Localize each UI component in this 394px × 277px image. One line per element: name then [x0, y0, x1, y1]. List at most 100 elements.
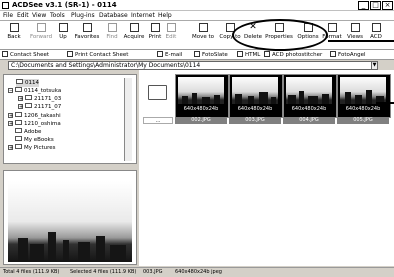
thumbnail-item[interactable]: 640x480x24b — [283, 74, 337, 118]
annotation-ellipse — [232, 19, 328, 51]
minimize-button[interactable]: _ — [358, 1, 369, 10]
tree-item-my-ebooks[interactable]: My eBooks — [15, 136, 54, 144]
tree-item-21171-03[interactable]: +21171_03 — [18, 95, 61, 103]
tree-item-1210-oshima[interactable]: +1210_oshima — [8, 120, 61, 128]
up-folder-icon — [58, 23, 68, 32]
parent-folder-label: ... — [143, 117, 173, 124]
thumbnail-item[interactable]: 640x480x24b — [229, 74, 283, 118]
find-icon — [107, 23, 117, 32]
edit-button[interactable]: Edit — [164, 23, 178, 49]
print-icon — [67, 51, 73, 57]
favorites-icon — [82, 23, 92, 32]
acdsee-button[interactable]: ACD — [368, 23, 384, 49]
close-button[interactable]: × — [382, 1, 393, 10]
thumbnail-image — [232, 77, 278, 104]
menu-edit[interactable]: Edit — [17, 12, 29, 20]
tree-item-my-pictures[interactable]: + My Pictures — [8, 144, 56, 152]
move-to-button[interactable]: Move to — [190, 23, 216, 49]
menu-internet[interactable]: Internet — [131, 12, 155, 20]
forward-arrow-icon — [36, 23, 46, 32]
thumbnail-item[interactable]: 640x480x24b — [337, 74, 391, 118]
html-button[interactable]: HTML — [237, 51, 260, 59]
find-button[interactable]: Find — [104, 23, 120, 49]
folder-icon — [25, 103, 32, 108]
menu-tools[interactable]: Tools — [50, 12, 65, 20]
contact-sheet-icon — [2, 51, 8, 57]
address-dropdown-arrow[interactable]: ▼ — [371, 62, 377, 69]
thumbnail-info: 640x480x24b — [345, 106, 381, 112]
print-contact-sheet-button[interactable]: Print Contact Sheet — [67, 51, 128, 59]
views-icon — [350, 23, 360, 32]
thumbnail-image — [178, 77, 224, 104]
favorites-button[interactable]: Favorites — [72, 23, 102, 49]
tree-item-1206-takashi[interactable]: +1206_takashi — [8, 112, 61, 120]
maximize-button[interactable]: □ — [370, 1, 381, 10]
annotation-pointer-line — [376, 102, 394, 104]
thumbnail-image — [340, 77, 386, 104]
thumbnail-info: 640x480x24b — [237, 106, 273, 112]
app-icon — [2, 2, 9, 9]
scanner-icon — [129, 23, 139, 32]
acdsee-icon — [371, 23, 381, 32]
window-title: ACDSee v3.1 (SR-1) - 0114 — [12, 1, 117, 9]
fotoangel-icon — [330, 51, 336, 57]
file-list-panel: ... 640x480x24b 002.JPG 640x480x24b 003.… — [139, 70, 394, 266]
thumbnail-name: 003.JPG — [229, 117, 281, 124]
secondary-toolbar: Contact Sheet Print Contact Sheet E-mail… — [0, 50, 394, 60]
folder-icon — [25, 95, 32, 100]
folder-icon — [15, 120, 22, 125]
status-selected: Selected 4 files (111.9 KB) — [70, 269, 137, 275]
expand-icon: + — [8, 113, 14, 119]
expand-icon: + — [8, 121, 14, 127]
status-current-file: 003.JPG — [143, 269, 163, 275]
email-button[interactable]: E-mail — [157, 51, 182, 59]
fotoangel-button[interactable]: FotoAngel — [330, 51, 366, 59]
parent-folder-item[interactable] — [143, 80, 173, 104]
thumbnail-image — [286, 77, 332, 104]
expand-icon: + — [18, 104, 24, 110]
forward-button[interactable]: Forward — [28, 23, 54, 49]
collapse-icon: − — [8, 88, 14, 94]
move-icon — [198, 23, 208, 32]
folder-scrollbar[interactable] — [124, 78, 132, 161]
tree-item-21171-07[interactable]: +21171_07 — [18, 103, 61, 111]
thumbnail-info: 640x480x24b — [291, 106, 327, 112]
up-button[interactable]: Up — [56, 23, 70, 49]
views-button[interactable]: Views — [346, 23, 364, 49]
folder-icon — [15, 112, 22, 117]
photostitcher-button[interactable]: ACD photostitcher — [264, 51, 322, 59]
annotation-pointer-line — [328, 40, 394, 42]
thumbnail-item[interactable]: 640x480x24b — [175, 74, 229, 118]
print-button[interactable]: Print — [147, 23, 163, 49]
contact-sheet-button[interactable]: Contact Sheet — [2, 51, 49, 59]
folder-icon — [16, 79, 23, 84]
menu-help[interactable]: Help — [158, 12, 172, 20]
preview-panel — [3, 170, 137, 265]
menu-plugins[interactable]: Plug-ins — [71, 12, 95, 20]
folder-icon — [15, 87, 22, 92]
menu-database[interactable]: Database — [99, 12, 128, 20]
thumbnail-name: 004.JPG — [283, 117, 335, 124]
preview-image — [8, 181, 132, 262]
expand-icon: + — [18, 96, 24, 102]
back-button[interactable]: Back — [2, 23, 26, 49]
html-icon — [237, 51, 243, 57]
thumbnail-name: 002.JPG — [175, 117, 227, 124]
main-toolbar: Back Forward Up Favorites Find Acquire P… — [0, 21, 394, 50]
acquire-button[interactable]: Acquire — [122, 23, 146, 49]
address-field[interactable]: C:\Documents and Settings\Administrator\… — [8, 61, 378, 70]
tree-item-0114[interactable]: 0114 — [16, 79, 39, 87]
folder-icon — [15, 144, 22, 149]
thumbnail-info: 640x480x24b — [183, 106, 219, 112]
tree-item-adobe[interactable]: Adobe — [15, 128, 41, 136]
menu-view[interactable]: View — [32, 12, 46, 20]
status-bar: Total 4 files (111.9 KB) Selected 4 file… — [0, 267, 394, 277]
status-format: 640x480x24b jpeg — [175, 269, 222, 275]
menu-file[interactable]: File — [3, 12, 13, 20]
fotoslate-button[interactable]: FotoSlate — [194, 51, 228, 59]
tree-item-0114-totsuka[interactable]: −0114_totsuka — [8, 87, 61, 95]
printer-icon — [150, 23, 160, 32]
fotoslate-icon — [194, 51, 200, 57]
folder-tree-panel: 0114 −0114_totsuka +21171_03 +21171_07 +… — [3, 74, 137, 164]
format-icon — [327, 23, 337, 32]
